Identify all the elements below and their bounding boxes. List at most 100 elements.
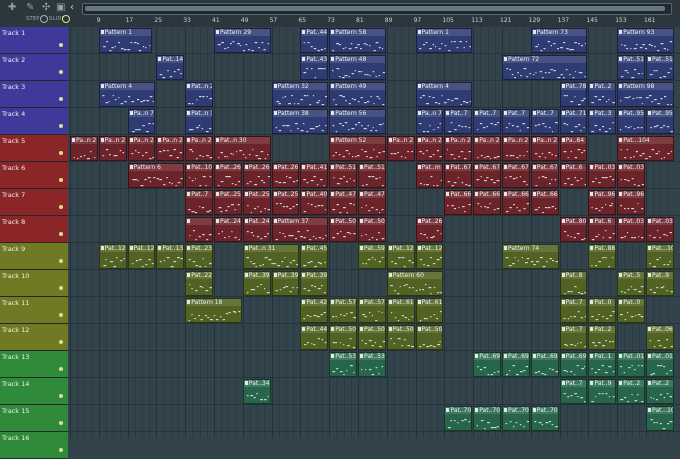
clip-title-bar[interactable]: Pat..53	[330, 353, 356, 360]
pattern-clip[interactable]: Pat..70	[444, 406, 473, 431]
pattern-clip[interactable]: Pat..69	[502, 352, 530, 377]
clip-title-bar[interactable]: Pat..70	[474, 407, 500, 414]
pattern-clip[interactable]: Pattern 18	[185, 298, 242, 323]
pattern-clip[interactable]: Pat..51	[617, 55, 645, 80]
clip-title-bar[interactable]: Pat..41	[301, 164, 327, 171]
pattern-clip[interactable]: Pat..88	[588, 244, 617, 269]
pattern-clip[interactable]: Pat..10	[185, 163, 213, 188]
clip-title-bar[interactable]: Pat..2	[618, 380, 644, 387]
pattern-clip[interactable]: Pat..24	[214, 217, 242, 242]
pattern-clip[interactable]: Pat..01	[617, 352, 645, 377]
clip-title-bar[interactable]: Pat..88	[589, 245, 615, 252]
clip-title-bar[interactable]: Pat..26	[215, 164, 241, 171]
pattern-clip[interactable]: Pat..n 20	[185, 82, 213, 107]
pattern-clip[interactable]: Pat..01	[646, 352, 674, 377]
clip-title-bar[interactable]: Pa..n 2	[474, 137, 500, 144]
clip-title-bar[interactable]: Pat..70	[445, 407, 471, 414]
track-header[interactable]: Track 9	[0, 243, 68, 270]
pattern-clip[interactable]: Pat..1	[588, 352, 617, 377]
clip-title-bar[interactable]: Pattern 48	[330, 56, 385, 63]
pattern-clip[interactable]: Pat..61	[386, 298, 415, 323]
pattern-clip[interactable]: Pattern 74	[502, 244, 559, 269]
pattern-clip[interactable]: Pat..25	[242, 190, 271, 215]
clip-title-bar[interactable]: Pat..01	[618, 353, 644, 360]
clip-title-bar[interactable]: Pat...104	[618, 137, 673, 144]
pattern-clip[interactable]: Pattern 6	[127, 163, 185, 188]
pattern-clip[interactable]: Pa..n 2	[185, 136, 213, 161]
track-header[interactable]: Track 8	[0, 216, 68, 243]
pattern-clip[interactable]: Pattern 29	[214, 28, 271, 53]
pattern-clip[interactable]: Pattern 38	[271, 109, 329, 134]
clip-title-bar[interactable]: Pat..13	[157, 245, 183, 252]
pattern-clip[interactable]: Pat..2	[646, 379, 674, 404]
pattern-clip[interactable]: Pat..7	[559, 325, 588, 350]
clip-title-bar[interactable]: Pat..39	[301, 272, 327, 279]
clip-title-bar[interactable]: Pat..8	[560, 272, 587, 279]
clip-title-bar[interactable]: Pat..1	[589, 353, 616, 360]
pattern-clip[interactable]: Pat..50	[358, 325, 386, 350]
clip-title-bar[interactable]: Pat..61	[416, 299, 442, 306]
clip-title-bar[interactable]: Pattern 6	[128, 164, 184, 171]
pattern-clip[interactable]: Pat..70	[530, 406, 559, 431]
pattern-clip[interactable]: Pat..57	[358, 298, 386, 323]
clip-title-bar[interactable]: Pa..n 2	[416, 137, 443, 144]
clip-title-bar[interactable]: Pat..12	[387, 245, 414, 252]
clip-title-bar[interactable]: Pat..9	[589, 380, 616, 387]
clip-title-bar[interactable]: Pat..67	[445, 164, 471, 171]
clip-title-bar[interactable]: Pat..0	[618, 299, 644, 306]
pattern-clip[interactable]: Pat..53	[329, 352, 357, 377]
track-header[interactable]: Track 14	[0, 378, 68, 405]
pattern-clip[interactable]: Pat..3	[588, 109, 617, 134]
pattern-clip[interactable]: Pat..71	[559, 109, 588, 134]
clip-title-bar[interactable]: Pa..84	[560, 137, 587, 144]
clip-title-bar[interactable]: Pat..44	[301, 29, 327, 36]
clip-title-bar[interactable]: Pat..66	[445, 191, 471, 198]
mute-icon[interactable]: ▣	[56, 3, 65, 13]
clip-title-bar[interactable]: Pa..n 2	[186, 137, 212, 144]
clip-title-bar[interactable]: Pat..12	[128, 245, 154, 252]
pattern-clip[interactable]: Pa..n 2	[98, 136, 127, 161]
pencil-icon[interactable]: ✎	[26, 3, 34, 13]
clip-title-bar[interactable]: Pat..7	[503, 110, 529, 117]
track-header[interactable]: Track 7	[0, 189, 68, 216]
clip-title-bar[interactable]: Pat..66	[531, 191, 558, 198]
pattern-clip[interactable]: Pat..24	[242, 217, 271, 242]
clip-title-bar[interactable]: Pat..25	[215, 191, 241, 198]
pattern-clip[interactable]: Pattern 1	[98, 28, 152, 53]
clip-title-bar[interactable]: Pat..9	[647, 272, 673, 279]
pattern-clip[interactable]: Pat..67	[530, 163, 559, 188]
clip-title-bar[interactable]: Pa..n 7	[128, 110, 155, 117]
snap-knob[interactable]	[40, 15, 48, 23]
pattern-clip[interactable]: Pat..2	[588, 82, 617, 107]
pattern-clip[interactable]: Pat..51	[358, 163, 386, 188]
clip-title-bar[interactable]: Pattern 1	[99, 29, 151, 36]
clip-title-bar[interactable]: Pat..26	[243, 164, 270, 171]
pattern-clip[interactable]: Pat..42	[300, 298, 329, 323]
clip-title-bar[interactable]: Pat..06	[647, 326, 673, 333]
pattern-clip[interactable]: Pattern 56	[329, 109, 386, 134]
clip-title-bar[interactable]: Pat..39	[272, 272, 298, 279]
clip-title-bar[interactable]: Pattern 72	[503, 56, 587, 63]
clip-title-bar[interactable]: Pattern 49	[330, 83, 385, 90]
pattern-clip[interactable]: Pat..12	[415, 244, 444, 269]
pattern-clip[interactable]: Pat..0	[588, 298, 617, 323]
pattern-clip[interactable]: Pat..66	[444, 190, 473, 215]
pattern-clip[interactable]: Pat..67	[444, 163, 473, 188]
pattern-clip[interactable]: Pat..39	[242, 271, 271, 296]
pattern-clip[interactable]: Pat..26	[271, 163, 300, 188]
clip-title-bar[interactable]: Pat..50	[387, 326, 414, 333]
clip-title-bar[interactable]: Pat..12	[416, 245, 442, 252]
clip-title-bar[interactable]: Pat..50	[416, 326, 442, 333]
clip-title-bar[interactable]: Pat..6	[589, 218, 616, 225]
track-enable-led[interactable]	[59, 448, 63, 452]
pattern-clip[interactable]: Pat..67	[502, 163, 530, 188]
track-header[interactable]: Track 5	[0, 135, 68, 162]
pattern-clip[interactable]: Pa..n 2	[415, 136, 444, 161]
paint-icon[interactable]: ✣	[42, 3, 50, 13]
clip-title-bar[interactable]: Pat..69	[503, 353, 529, 360]
clip-title-bar[interactable]: Pat..69	[474, 353, 500, 360]
clip-title-bar[interactable]: Pat..50	[359, 218, 385, 225]
clip-title-bar[interactable]: Pat..03	[618, 218, 644, 225]
clip-title-bar[interactable]: Pattern 60	[387, 272, 443, 279]
clip-title-bar[interactable]: Pattern 93	[618, 29, 673, 36]
